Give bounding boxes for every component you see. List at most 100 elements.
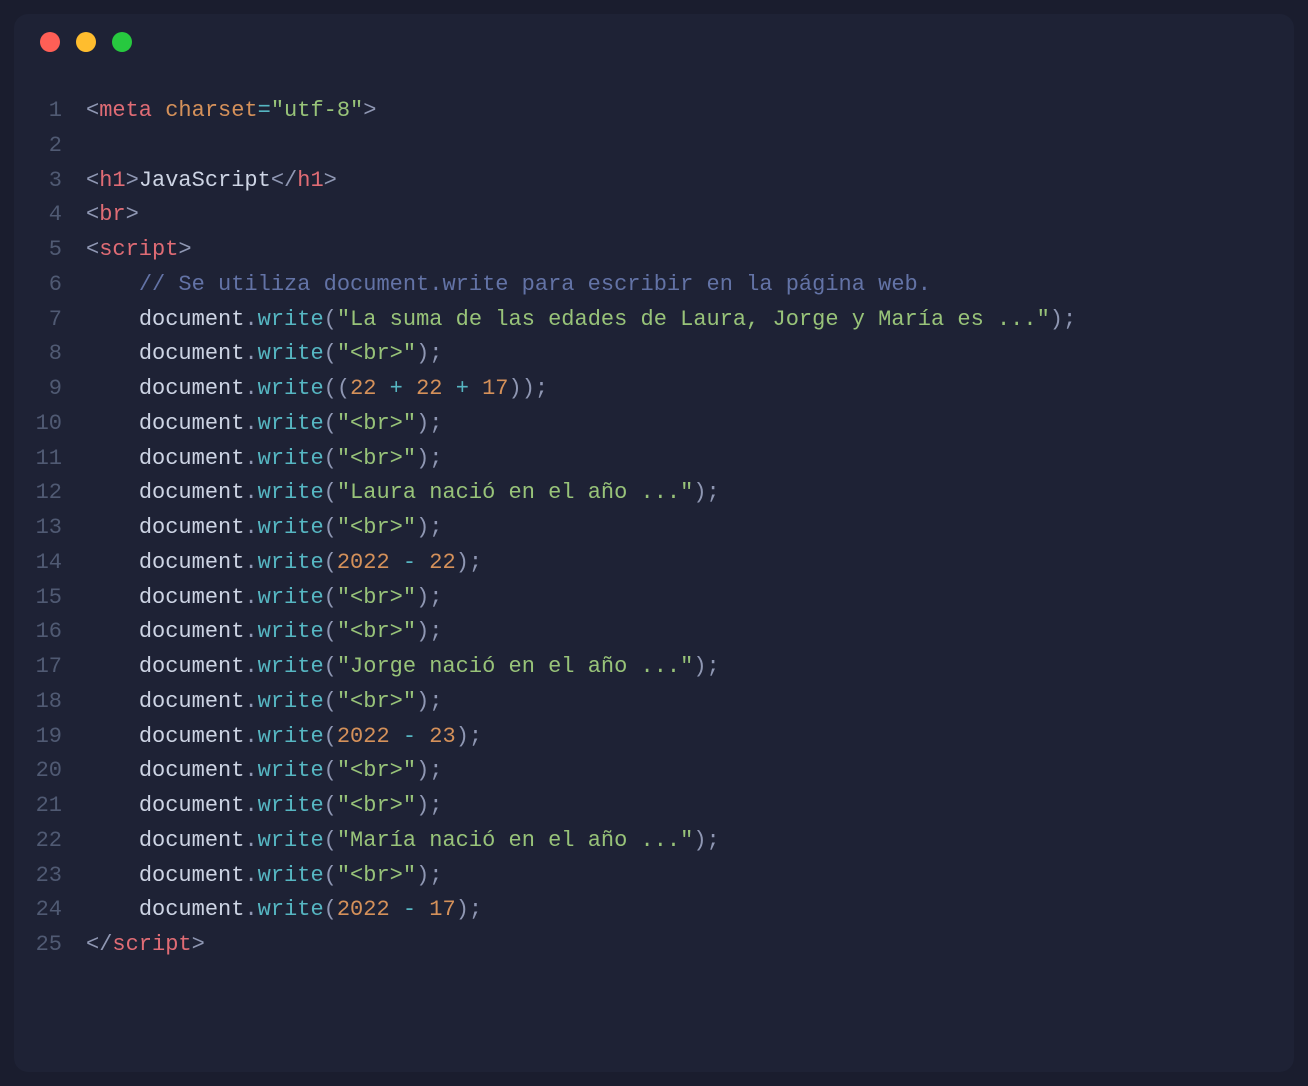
code-content[interactable]: document.write("<br>"); [86,754,1294,789]
code-token: ; [535,376,548,401]
code-line[interactable]: 16 document.write("<br>"); [14,615,1294,650]
code-content[interactable]: document.write("La suma de las edades de… [86,303,1294,338]
code-line[interactable]: 9 document.write((22 + 22 + 17)); [14,372,1294,407]
code-line[interactable]: 24 document.write(2022 - 17); [14,893,1294,928]
code-token: "María nació en el año ..." [337,828,693,853]
code-content[interactable]: document.write("<br>"); [86,511,1294,546]
code-line[interactable]: 11 document.write("<br>"); [14,442,1294,477]
code-line[interactable]: 2 [14,129,1294,164]
code-line[interactable]: 14 document.write(2022 - 22); [14,546,1294,581]
code-content[interactable]: document.write(2022 - 22); [86,546,1294,581]
code-line[interactable]: 20 document.write("<br>"); [14,754,1294,789]
code-token: ) [416,863,429,888]
code-line[interactable]: 19 document.write(2022 - 23); [14,720,1294,755]
code-token: ; [429,585,442,610]
code-token: ( [324,793,337,818]
code-content[interactable]: document.write("<br>"); [86,615,1294,650]
code-line[interactable]: 12 document.write("Laura nació en el año… [14,476,1294,511]
code-token: ( [324,480,337,505]
line-number: 11 [14,442,86,477]
code-line[interactable]: 23 document.write("<br>"); [14,859,1294,894]
code-content[interactable]: document.write(2022 - 17); [86,893,1294,928]
close-icon[interactable] [40,32,60,52]
line-number: 1 [14,94,86,129]
code-token [403,376,416,401]
code-editor[interactable]: 1<meta charset="utf-8">23<h1>JavaScript<… [14,70,1294,987]
code-token: ; [429,515,442,540]
code-line[interactable]: 21 document.write("<br>"); [14,789,1294,824]
code-token: . [244,411,257,436]
code-token: ( [324,307,337,332]
line-number: 16 [14,615,86,650]
code-content[interactable]: <meta charset="utf-8"> [86,94,1294,129]
code-token: ; [429,689,442,714]
code-content[interactable]: document.write("<br>"); [86,337,1294,372]
code-content[interactable]: document.write("María nació en el año ..… [86,824,1294,859]
code-content[interactable]: document.write("<br>"); [86,407,1294,442]
code-content[interactable]: document.write("<br>"); [86,685,1294,720]
code-line[interactable]: 22 document.write("María nació en el año… [14,824,1294,859]
code-token: write [258,654,324,679]
code-line[interactable]: 18 document.write("<br>"); [14,685,1294,720]
code-content[interactable]: // Se utiliza document.write para escrib… [86,268,1294,303]
code-token: ; [707,654,720,679]
code-content[interactable]: document.write(2022 - 23); [86,720,1294,755]
code-token: ; [1063,307,1076,332]
code-token [416,550,429,575]
code-token: > [324,168,337,193]
code-token: > [126,168,139,193]
code-line[interactable]: 25</script> [14,928,1294,963]
code-content[interactable]: document.write("Laura nació en el año ..… [86,476,1294,511]
code-line[interactable]: 4<br> [14,198,1294,233]
code-line[interactable]: 3<h1>JavaScript</h1> [14,164,1294,199]
code-token: document [139,411,245,436]
code-content[interactable]: </script> [86,928,1294,963]
code-content[interactable]: <script> [86,233,1294,268]
code-token: . [244,619,257,644]
line-number: 18 [14,685,86,720]
code-content[interactable]: document.write("<br>"); [86,789,1294,824]
maximize-icon[interactable] [112,32,132,52]
code-content[interactable]: document.write("<br>"); [86,581,1294,616]
code-token: ; [429,793,442,818]
code-line[interactable]: 10 document.write("<br>"); [14,407,1294,442]
code-line[interactable]: 13 document.write("<br>"); [14,511,1294,546]
code-token: ) [416,619,429,644]
code-token: ( [324,758,337,783]
code-token: "<br>" [337,758,416,783]
line-number: 10 [14,407,86,442]
code-content[interactable]: <h1>JavaScript</h1> [86,164,1294,199]
code-token: 17 [429,897,455,922]
code-token: 23 [429,724,455,749]
code-token: meta [99,98,152,123]
code-content[interactable]: document.write("<br>"); [86,859,1294,894]
code-token: ) [693,480,706,505]
line-number: 5 [14,233,86,268]
code-token: "<br>" [337,515,416,540]
code-token: . [244,376,257,401]
code-line[interactable]: 7 document.write("La suma de las edades … [14,303,1294,338]
line-number: 22 [14,824,86,859]
code-token: ) [693,828,706,853]
code-line[interactable]: 17 document.write("Jorge nació en el año… [14,650,1294,685]
code-content[interactable]: document.write("Jorge nació en el año ..… [86,650,1294,685]
code-content[interactable]: document.write((22 + 22 + 17)); [86,372,1294,407]
code-line[interactable]: 5<script> [14,233,1294,268]
code-token: write [258,515,324,540]
code-line[interactable]: 1<meta charset="utf-8"> [14,94,1294,129]
code-token [152,98,165,123]
code-token [376,376,389,401]
code-token: . [244,654,257,679]
code-line[interactable]: 15 document.write("<br>"); [14,581,1294,616]
code-content[interactable] [86,129,1294,164]
code-token: "Jorge nació en el año ..." [337,654,693,679]
code-line[interactable]: 6 // Se utiliza document.write para escr… [14,268,1294,303]
minimize-icon[interactable] [76,32,96,52]
line-number: 12 [14,476,86,511]
code-token: < [86,98,99,123]
code-content[interactable]: document.write("<br>"); [86,442,1294,477]
code-token: . [244,515,257,540]
code-line[interactable]: 8 document.write("<br>"); [14,337,1294,372]
code-token: document [139,619,245,644]
code-content[interactable]: <br> [86,198,1294,233]
